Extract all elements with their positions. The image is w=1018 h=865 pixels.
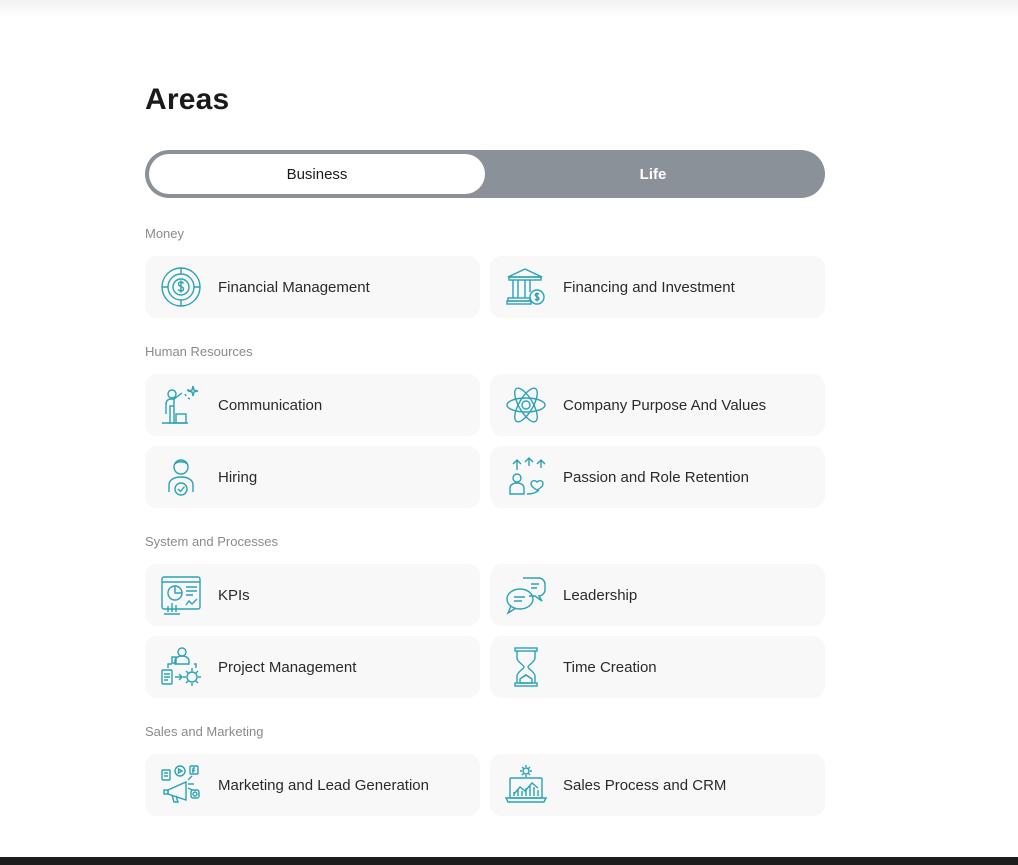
page-title: Areas	[145, 83, 230, 116]
section-label-sales-and-marketing: Sales and Marketing	[145, 724, 264, 739]
bank-investment-icon	[505, 266, 547, 308]
card-marketing-and-lead-generation[interactable]: Marketing and Lead Generation	[145, 754, 480, 816]
toggle-option-business[interactable]: Business	[149, 154, 485, 194]
atom-icon	[505, 384, 547, 426]
presenter-icon	[160, 384, 202, 426]
card-time-creation[interactable]: Time Creation	[490, 636, 825, 698]
card-sales-process-and-crm[interactable]: Sales Process and CRM	[490, 754, 825, 816]
financial-management-icon	[160, 266, 202, 308]
card-label: Communication	[218, 396, 323, 414]
business-life-toggle[interactable]: Business Life	[145, 150, 825, 198]
card-label: Company Purpose And Values	[563, 396, 767, 414]
card-financial-management[interactable]: Financial Management	[145, 256, 480, 318]
person-heart-icon	[505, 456, 547, 498]
card-label: Project Management	[218, 658, 357, 676]
section-label-system-and-processes: System and Processes	[145, 534, 278, 549]
header-shadow	[0, 0, 1018, 18]
megaphone-social-icon	[160, 764, 202, 806]
footer-bar	[0, 857, 1018, 865]
card-project-management[interactable]: Project Management	[145, 636, 480, 698]
card-label: Leadership	[563, 586, 638, 604]
toggle-option-life[interactable]: Life	[485, 154, 821, 194]
card-leadership[interactable]: Leadership	[490, 564, 825, 626]
card-financing-and-investment[interactable]: Financing and Investment	[490, 256, 825, 318]
card-label: KPIs	[218, 586, 250, 604]
section-sales-grid: Marketing and Lead Generation Sales Proc…	[145, 754, 825, 816]
areas-panel: Areas Business Life Money Financial Mana…	[145, 82, 825, 816]
card-label: Sales Process and CRM	[563, 776, 727, 794]
laptop-chart-icon	[505, 764, 547, 806]
hourglass-icon	[505, 646, 547, 688]
dashboard-chart-icon	[160, 574, 202, 616]
card-passion-and-role-retention[interactable]: Passion and Role Retention	[490, 446, 825, 508]
card-label: Marketing and Lead Generation	[218, 776, 429, 794]
section-label-human-resources: Human Resources	[145, 344, 253, 359]
section-human-resources-grid: Communication Company Purpose And Values	[145, 374, 825, 508]
person-check-icon	[160, 456, 202, 498]
card-hiring[interactable]: Hiring	[145, 446, 480, 508]
chat-bubbles-icon	[505, 574, 547, 616]
card-label: Time Creation	[563, 658, 657, 676]
card-communication[interactable]: Communication	[145, 374, 480, 436]
card-label: Financial Management	[218, 278, 370, 296]
section-label-money: Money	[145, 226, 185, 241]
card-label: Hiring	[218, 468, 258, 486]
section-money-grid: Financial Management Financing and Inves…	[145, 256, 825, 318]
card-company-purpose-and-values[interactable]: Company Purpose And Values	[490, 374, 825, 436]
card-kpis[interactable]: KPIs	[145, 564, 480, 626]
section-system-grid: KPIs Leadership Project Management Time …	[145, 564, 825, 698]
person-gear-icon	[160, 646, 202, 688]
card-label: Financing and Investment	[563, 278, 735, 296]
card-label: Passion and Role Retention	[563, 468, 749, 486]
